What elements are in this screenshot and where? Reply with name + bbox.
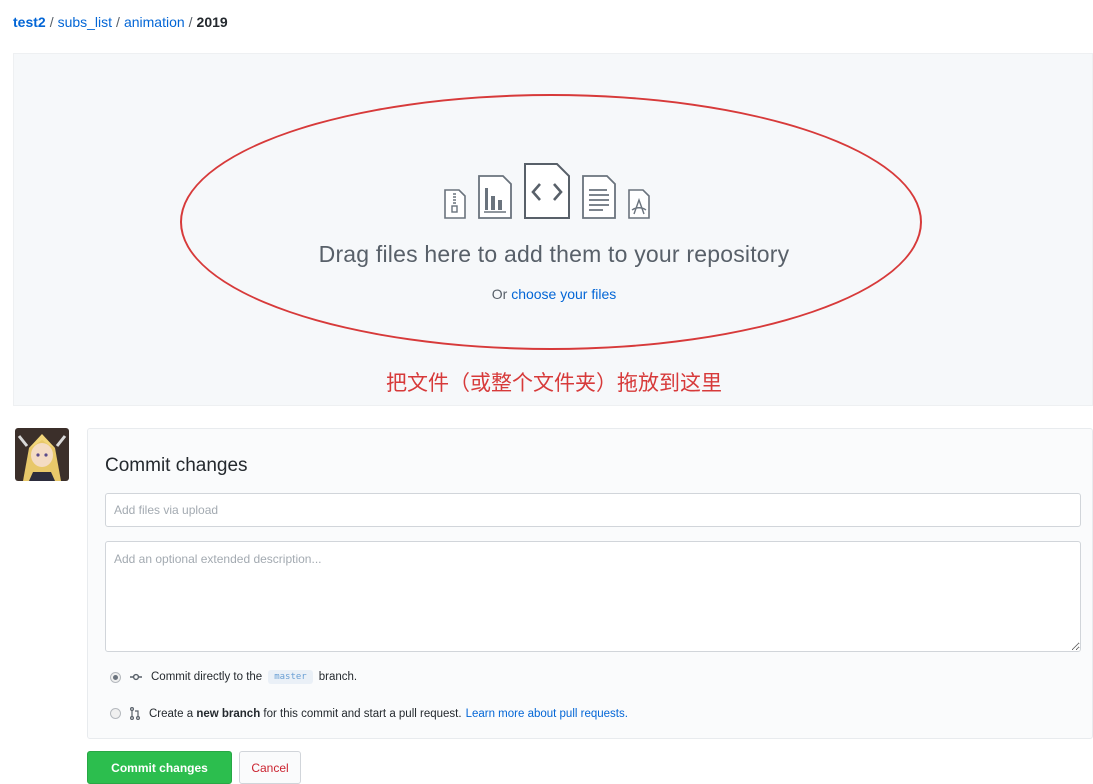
annotation-ellipse [180, 94, 922, 350]
new-branch-bold: new branch [196, 707, 261, 720]
option-commit-direct[interactable]: Commit directly to the master branch. [110, 670, 357, 684]
git-commit-icon [130, 673, 142, 681]
breadcrumb-separator: / [188, 14, 193, 30]
commit-description-input[interactable] [105, 541, 1081, 652]
commit-direct-suffix: branch. [318, 671, 358, 683]
radio-new-branch[interactable] [110, 708, 121, 719]
avatar[interactable] [15, 428, 69, 481]
file-drop-zone[interactable]: Drag files here to add them to your repo… [13, 53, 1093, 406]
or-text: Or [491, 286, 508, 302]
drag-instruction: Drag files here to add them to your repo… [318, 241, 790, 267]
breadcrumb-separator: / [116, 14, 120, 30]
breadcrumb-repo-link[interactable]: test2 [13, 14, 46, 30]
commit-direct-text: Commit directly to the [151, 671, 263, 683]
file-type-icons [442, 162, 652, 220]
new-branch-text-rest: for this commit and start a pull request… [263, 707, 462, 720]
new-branch-text-prefix: Create a [149, 707, 194, 720]
pdf-file-icon [626, 188, 652, 220]
option-new-branch[interactable]: Create a new branch for this commit and … [110, 707, 628, 720]
learn-more-pull-requests-link[interactable]: Learn more about pull requests. [466, 708, 628, 720]
commit-summary-input[interactable] [105, 493, 1081, 527]
commit-changes-button[interactable]: Commit changes [87, 751, 232, 784]
chart-file-icon [476, 174, 514, 220]
radio-commit-direct[interactable] [110, 671, 121, 683]
pull-request-icon [130, 707, 140, 720]
breadcrumb-folder-link[interactable]: subs_list [58, 14, 112, 30]
cancel-button[interactable]: Cancel [239, 751, 301, 784]
code-file-icon [522, 162, 572, 220]
commit-title: Commit changes [105, 455, 248, 476]
choose-files-link[interactable]: choose your files [511, 286, 616, 302]
breadcrumb-separator: / [49, 14, 54, 30]
commit-form: Commit changes Commit directly to the ma… [87, 428, 1093, 739]
annotation-text: 把文件（或整个文件夹）拖放到这里 [386, 371, 722, 395]
branch-name-badge: master [268, 670, 313, 684]
choose-files-line: Or choose your files [14, 286, 1093, 302]
zip-file-icon [442, 188, 468, 220]
breadcrumb-current-folder: 2019 [196, 14, 228, 30]
breadcrumb-folder-link[interactable]: animation [124, 14, 185, 30]
text-file-icon [580, 174, 618, 220]
breadcrumb: test2/subs_list / animation/2019 [13, 14, 228, 30]
